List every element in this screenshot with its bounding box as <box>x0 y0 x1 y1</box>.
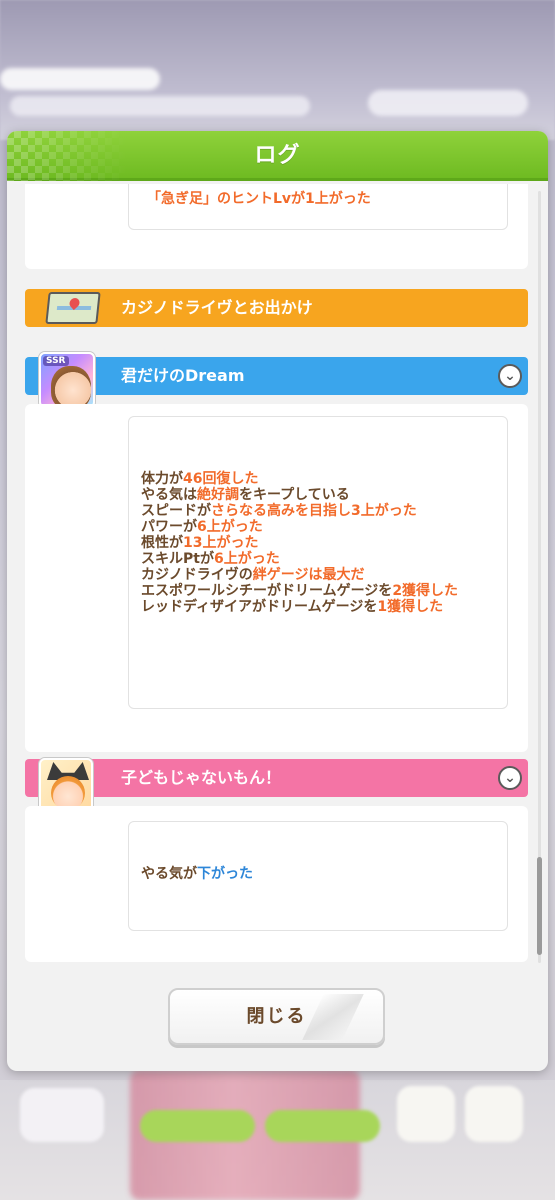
log-card: 「急ぎ足」のヒントLvが1上がった <box>25 184 528 269</box>
character-face <box>51 776 85 810</box>
log-card: 体力が46回復した やる気は絶好調をキープしている スピードがさらなる高みを目指し3… <box>25 404 528 752</box>
rarity-badge: SSR <box>43 356 69 366</box>
event-title: 君だけのDream <box>121 366 245 385</box>
log-line: やる気が下がった <box>141 866 253 882</box>
event-header-outing: カジノドライヴとお出かけ <box>25 289 528 327</box>
log-line: パワーが6上がった <box>141 519 263 535</box>
log-line: 「急ぎ足」のヒントLvが1上がった <box>147 191 371 207</box>
log-line: スキルPtが6上がった <box>141 551 280 567</box>
background-skip-button <box>140 1110 255 1142</box>
event-header-dream[interactable]: 君だけのDream ⌄ <box>25 357 528 395</box>
scrollbar-thumb[interactable] <box>537 857 542 955</box>
log-textbox: 体力が46回復した やる気は絶好調をキープしている スピードがさらなる高みを目指し3… <box>128 416 508 709</box>
log-line: エスポワールシチーがドリームゲージを2獲得した <box>141 583 459 599</box>
background-log-button <box>397 1086 455 1142</box>
scrollbar-track[interactable] <box>538 191 541 963</box>
log-line: レッドディザイアがドリームゲージを1獲得した <box>141 599 444 615</box>
log-line: やる気は絶好調をキープしている <box>141 487 350 503</box>
log-scroll-area[interactable]: 「急ぎ足」のヒントLvが1上がった カジノドライヴとお出かけ 君だけのDream… <box>7 184 548 969</box>
chevron-down-icon[interactable]: ⌄ <box>498 364 522 388</box>
log-card: やる気が下がった <box>25 806 528 962</box>
background-goal-pill <box>368 90 528 116</box>
log-modal: ログ 「急ぎ足」のヒントLvが1上がった カジノドライヴとお出かけ 君だけのDr… <box>7 131 548 1071</box>
map-icon <box>45 292 101 324</box>
log-textbox: やる気が下がった <box>128 821 508 931</box>
background-auto-button <box>265 1110 380 1142</box>
background-back-button <box>20 1088 104 1142</box>
close-button[interactable]: 閉じる <box>168 988 385 1045</box>
background-info-pill <box>10 96 310 116</box>
modal-title: ログ <box>254 143 301 168</box>
modal-header: ログ <box>7 131 548 181</box>
event-title: 子どもじゃないもん！ <box>121 768 282 787</box>
log-line: 体力が46回復した <box>141 471 259 487</box>
event-title: カジノドライヴとお出かけ <box>121 298 313 317</box>
chevron-down-icon[interactable]: ⌄ <box>498 766 522 790</box>
log-textbox: 「急ぎ足」のヒントLvが1上がった <box>128 184 508 230</box>
log-line: スピードがさらなる高みを目指し3上がった <box>141 503 417 519</box>
log-line: カジノドライヴの絆ゲージは最大だ <box>141 567 365 583</box>
close-button-label: 閉じる <box>246 1006 307 1027</box>
character-portrait <box>39 758 93 812</box>
support-card-portrait: SSR <box>39 352 95 408</box>
background-status-pill <box>0 68 160 90</box>
character-face <box>51 366 91 406</box>
background-menu-button <box>465 1086 523 1142</box>
log-line: 根性が13上がった <box>141 535 259 551</box>
event-header-kid[interactable]: 子どもじゃないもん！ ⌄ <box>25 759 528 797</box>
